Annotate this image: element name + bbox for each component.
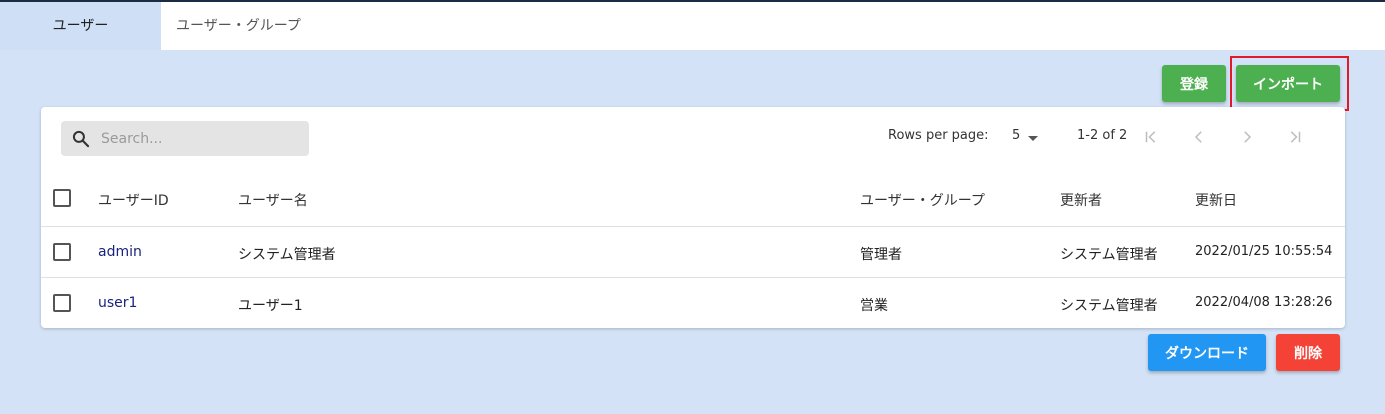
row-divider bbox=[41, 226, 1345, 227]
user-group: 営業 bbox=[860, 298, 888, 314]
header-user-group[interactable]: ユーザー・グループ bbox=[860, 190, 985, 210]
tab-users[interactable]: ユーザー bbox=[0, 2, 161, 50]
last-page-icon[interactable] bbox=[1286, 128, 1304, 146]
updated-by: システム管理者 bbox=[1060, 298, 1158, 314]
delete-button[interactable]: 削除 bbox=[1276, 334, 1340, 371]
rows-per-page-select[interactable]: 5 bbox=[1012, 128, 1020, 143]
users-table-card: Rows per page: 5 1-2 of 2 ユーザーID ユーザー名 ユ… bbox=[41, 107, 1345, 328]
next-page-icon[interactable] bbox=[1238, 128, 1256, 146]
download-button[interactable]: ダウンロード bbox=[1148, 334, 1266, 371]
updated-at: 2022/01/25 10:55:54 bbox=[1195, 244, 1333, 259]
tab-bar: ユーザー ユーザー・グループ bbox=[0, 2, 1385, 50]
search-icon bbox=[72, 130, 90, 148]
header-updated-at[interactable]: 更新日 bbox=[1195, 190, 1237, 210]
row-checkbox[interactable] bbox=[53, 243, 71, 261]
header-user-id[interactable]: ユーザーID bbox=[98, 190, 169, 210]
pagination-range: 1-2 of 2 bbox=[1077, 128, 1128, 143]
select-all-checkbox[interactable] bbox=[53, 189, 71, 207]
updated-at: 2022/04/08 13:28:26 bbox=[1195, 295, 1333, 310]
import-highlight-box bbox=[1230, 56, 1349, 111]
row-divider bbox=[41, 277, 1345, 278]
row-checkbox[interactable] bbox=[53, 294, 71, 312]
header-updated-by[interactable]: 更新者 bbox=[1060, 190, 1102, 210]
first-page-icon[interactable] bbox=[1142, 128, 1160, 146]
user-id-link[interactable]: user1 bbox=[98, 295, 137, 311]
user-id-link[interactable]: admin bbox=[98, 244, 142, 260]
search-input[interactable] bbox=[101, 121, 301, 156]
prev-page-icon[interactable] bbox=[1190, 128, 1208, 146]
tab-user-groups[interactable]: ユーザー・グループ bbox=[161, 2, 1385, 50]
rows-per-page-label: Rows per page: bbox=[888, 128, 989, 143]
register-button[interactable]: 登録 bbox=[1162, 65, 1226, 102]
user-name: システム管理者 bbox=[238, 247, 336, 263]
header-user-name[interactable]: ユーザー名 bbox=[238, 190, 308, 210]
search-box bbox=[61, 121, 309, 156]
user-group: 管理者 bbox=[860, 247, 902, 263]
user-name: ユーザー1 bbox=[238, 298, 303, 314]
caret-down-icon[interactable] bbox=[1028, 136, 1038, 141]
updated-by: システム管理者 bbox=[1060, 247, 1158, 263]
